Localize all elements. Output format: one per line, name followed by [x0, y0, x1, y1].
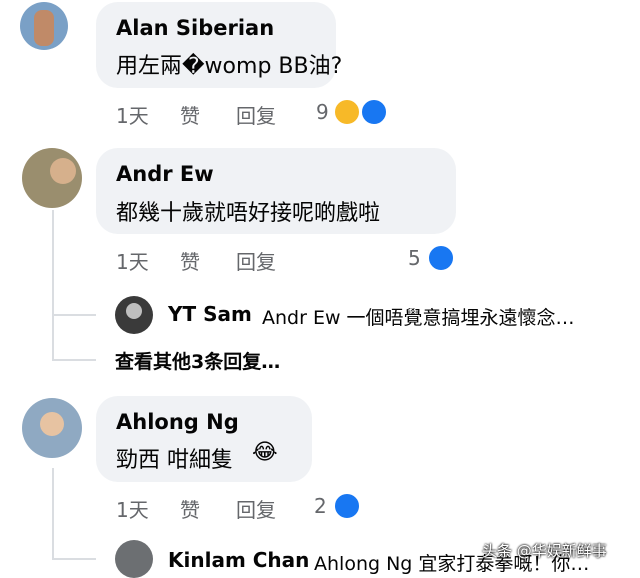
avatar[interactable]	[22, 148, 82, 208]
comment-author[interactable]: Ahlong Ng	[116, 410, 239, 434]
reply-button[interactable]: 回复	[236, 494, 276, 523]
watermark: 头条 @华娱新鲜事	[482, 542, 607, 560]
reply-text[interactable]: Andr Ew 一個唔覺意搞埋永遠懷念…	[262, 303, 575, 330]
reaction-count[interactable]: 9	[316, 100, 329, 124]
laughing-emoji-icon: 😂	[252, 440, 278, 465]
comment-time[interactable]: 1天	[116, 100, 149, 129]
thread-line	[52, 210, 54, 360]
comment-author[interactable]: Alan Siberian	[116, 16, 274, 40]
thread-line	[52, 468, 54, 560]
haha-reaction-icon	[333, 98, 361, 126]
comment-time[interactable]: 1天	[116, 494, 149, 523]
avatar[interactable]	[115, 296, 153, 334]
comment-text: 都幾十歲就唔好接呢啲戲啦	[116, 201, 381, 226]
avatar[interactable]	[20, 2, 68, 50]
like-reaction-icon	[427, 244, 455, 272]
comment-author[interactable]: Andr Ew	[116, 162, 214, 186]
like-button[interactable]: 赞	[180, 494, 200, 523]
like-reaction-icon	[360, 98, 388, 126]
like-button[interactable]: 赞	[180, 246, 200, 275]
like-button[interactable]: 赞	[180, 100, 200, 129]
reply-author[interactable]: YT Sam	[168, 302, 252, 326]
thread-branch	[52, 558, 96, 560]
comment-text: 勁西 咁細隻	[116, 448, 233, 473]
avatar[interactable]	[22, 398, 82, 458]
reaction-count[interactable]: 5	[408, 246, 421, 270]
thread-branch	[52, 314, 96, 316]
reply-button[interactable]: 回复	[236, 100, 276, 129]
comment-text: 用左兩�womp BB油?	[116, 54, 343, 79]
avatar[interactable]	[115, 540, 153, 578]
reply-button[interactable]: 回复	[236, 246, 276, 275]
thread-branch	[52, 359, 96, 361]
like-reaction-icon	[333, 492, 361, 520]
view-more-replies-link[interactable]: 查看其他3条回复…	[115, 347, 280, 374]
reaction-count[interactable]: 2	[314, 494, 327, 518]
reply-author[interactable]: Kinlam Chan	[168, 548, 309, 572]
comment-time[interactable]: 1天	[116, 246, 149, 275]
